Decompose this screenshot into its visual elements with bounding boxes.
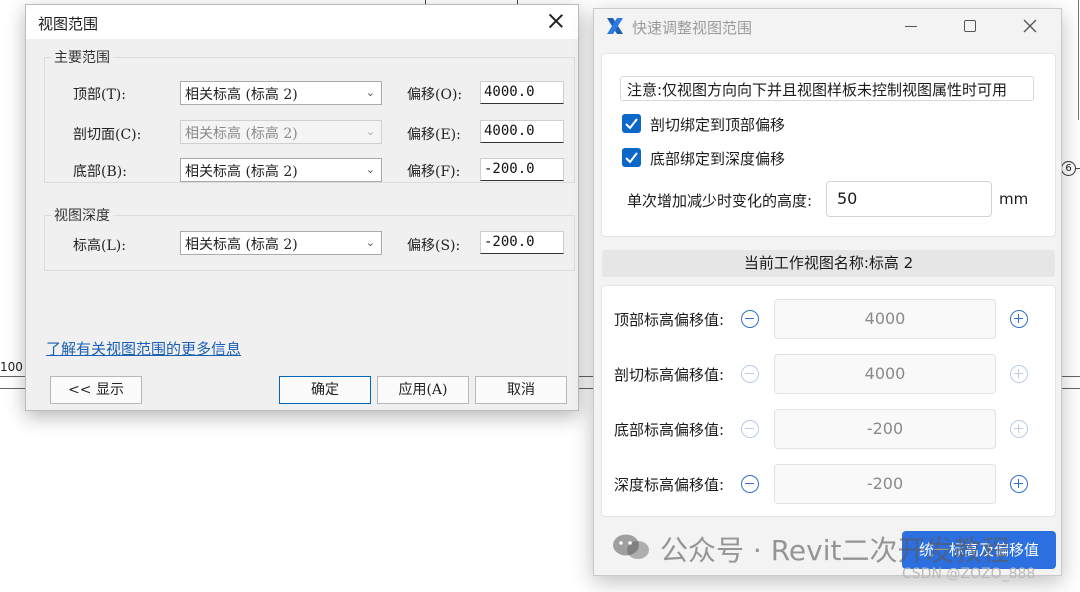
plus-circle-icon[interactable] bbox=[1010, 475, 1028, 493]
top-offset-value[interactable]: 4000 bbox=[774, 299, 996, 339]
bottom-level-select[interactable]: 相关标高 (标高 2) ⌄ bbox=[180, 158, 382, 182]
plus-circle-icon bbox=[1010, 420, 1028, 438]
cut-offset-value: 4000 bbox=[774, 354, 996, 394]
top-label: 顶部(T): bbox=[73, 87, 126, 103]
bottom-offset-value: -200 bbox=[774, 409, 996, 449]
grid-marker-label: 6 bbox=[1065, 163, 1072, 174]
level-label: 标高(L): bbox=[73, 238, 126, 254]
scale-label: 100 bbox=[0, 360, 23, 374]
close-icon[interactable] bbox=[546, 11, 566, 31]
grid-marker: 6 bbox=[1061, 161, 1076, 176]
row-label-bottom: 底部标高偏移值: bbox=[614, 421, 725, 439]
bind-bottom-label: 底部绑定到深度偏移 bbox=[650, 150, 786, 168]
minus-circle-icon[interactable] bbox=[741, 310, 759, 328]
chevron-down-icon: ⌄ bbox=[365, 86, 375, 99]
apply-button[interactable]: 应用(A) bbox=[377, 376, 469, 404]
ok-button[interactable]: 确定 bbox=[279, 376, 371, 404]
title-bar: 视图范围 bbox=[26, 5, 578, 39]
bind-bottom-checkbox[interactable] bbox=[622, 148, 641, 167]
quick-adjust-window: 快速调整视图范围 注意:仅视图方向向下并且视图样板未控制视图属性时可用 剖切绑定… bbox=[593, 8, 1062, 576]
bind-cut-checkbox[interactable] bbox=[622, 114, 641, 133]
cut-label: 剖切面(C): bbox=[73, 127, 142, 143]
chevron-down-icon: ⌄ bbox=[365, 163, 375, 176]
bind-cut-label: 剖切绑定到顶部偏移 bbox=[650, 116, 786, 134]
offset-e-label: 偏移(E): bbox=[407, 127, 461, 143]
wechat-icon bbox=[613, 534, 649, 559]
minus-circle-icon bbox=[741, 420, 759, 438]
depth-level-value: 相关标高 (标高 2) bbox=[185, 237, 298, 253]
window-title: 快速调整视图范围 bbox=[632, 19, 753, 37]
offset-s-input[interactable]: -200.0 bbox=[480, 231, 564, 254]
view-depth-label: 视图深度 bbox=[51, 205, 113, 225]
chevron-down-icon: ⌄ bbox=[365, 236, 375, 249]
cut-level-value: 相关标高 (标高 2) bbox=[185, 126, 298, 142]
step-input[interactable]: 50 bbox=[826, 181, 992, 217]
more-info-link[interactable]: 了解有关视图范围的更多信息 bbox=[46, 338, 241, 359]
step-unit: mm bbox=[999, 190, 1029, 208]
offset-f-label: 偏移(F): bbox=[407, 164, 461, 180]
current-view-header: 当前工作视图名称:标高 2 bbox=[602, 250, 1055, 277]
show-button[interactable]: << 显示 bbox=[50, 376, 142, 404]
app-logo-icon bbox=[607, 18, 623, 34]
cut-level-select: 相关标高 (标高 2) ⌄ bbox=[180, 120, 382, 144]
maximize-icon[interactable] bbox=[956, 15, 986, 39]
offset-e-input[interactable]: 4000.0 bbox=[480, 120, 564, 143]
plus-circle-icon[interactable] bbox=[1010, 310, 1028, 328]
offset-o-input[interactable]: 4000.0 bbox=[480, 81, 564, 104]
note-box: 注意:仅视图方向向下并且视图样板未控制视图属性时可用 bbox=[620, 76, 1034, 101]
row-label-depth: 深度标高偏移值: bbox=[614, 476, 725, 494]
chevron-down-icon: ⌄ bbox=[365, 125, 375, 138]
step-label: 单次增加减少时变化的高度: bbox=[627, 192, 813, 210]
depth-offset-value[interactable]: -200 bbox=[774, 464, 996, 504]
minimize-icon[interactable] bbox=[897, 15, 927, 39]
top-level-select[interactable]: 相关标高 (标高 2) ⌄ bbox=[180, 81, 382, 105]
offset-f-input[interactable]: -200.0 bbox=[480, 158, 564, 181]
minus-circle-icon bbox=[741, 365, 759, 383]
dialog-title: 视图范围 bbox=[38, 15, 99, 33]
cancel-button[interactable]: 取消 bbox=[475, 376, 567, 404]
view-range-dialog: 视图范围 主要范围 顶部(T): 相关标高 (标高 2) ⌄ 偏移(O): 400… bbox=[25, 4, 579, 411]
bottom-level-value: 相关标高 (标高 2) bbox=[185, 164, 298, 180]
row-label-top: 顶部标高偏移值: bbox=[614, 311, 725, 329]
row-label-cut: 剖切标高偏移值: bbox=[614, 366, 725, 384]
offset-o-label: 偏移(O): bbox=[407, 87, 463, 103]
depth-level-select[interactable]: 相关标高 (标高 2) ⌄ bbox=[180, 231, 382, 255]
watermark-credit: CSDN @ZOZO_888 bbox=[902, 566, 1036, 582]
primary-range-label: 主要范围 bbox=[51, 47, 113, 67]
offset-s-label: 偏移(S): bbox=[407, 238, 461, 254]
close-icon[interactable] bbox=[1015, 15, 1045, 39]
bottom-label: 底部(B): bbox=[73, 164, 127, 180]
watermark-text: 公众号 · Revit二次开发教程 bbox=[660, 534, 1010, 567]
minus-circle-icon[interactable] bbox=[741, 475, 759, 493]
plus-circle-icon bbox=[1010, 365, 1028, 383]
top-level-value: 相关标高 (标高 2) bbox=[185, 87, 298, 103]
